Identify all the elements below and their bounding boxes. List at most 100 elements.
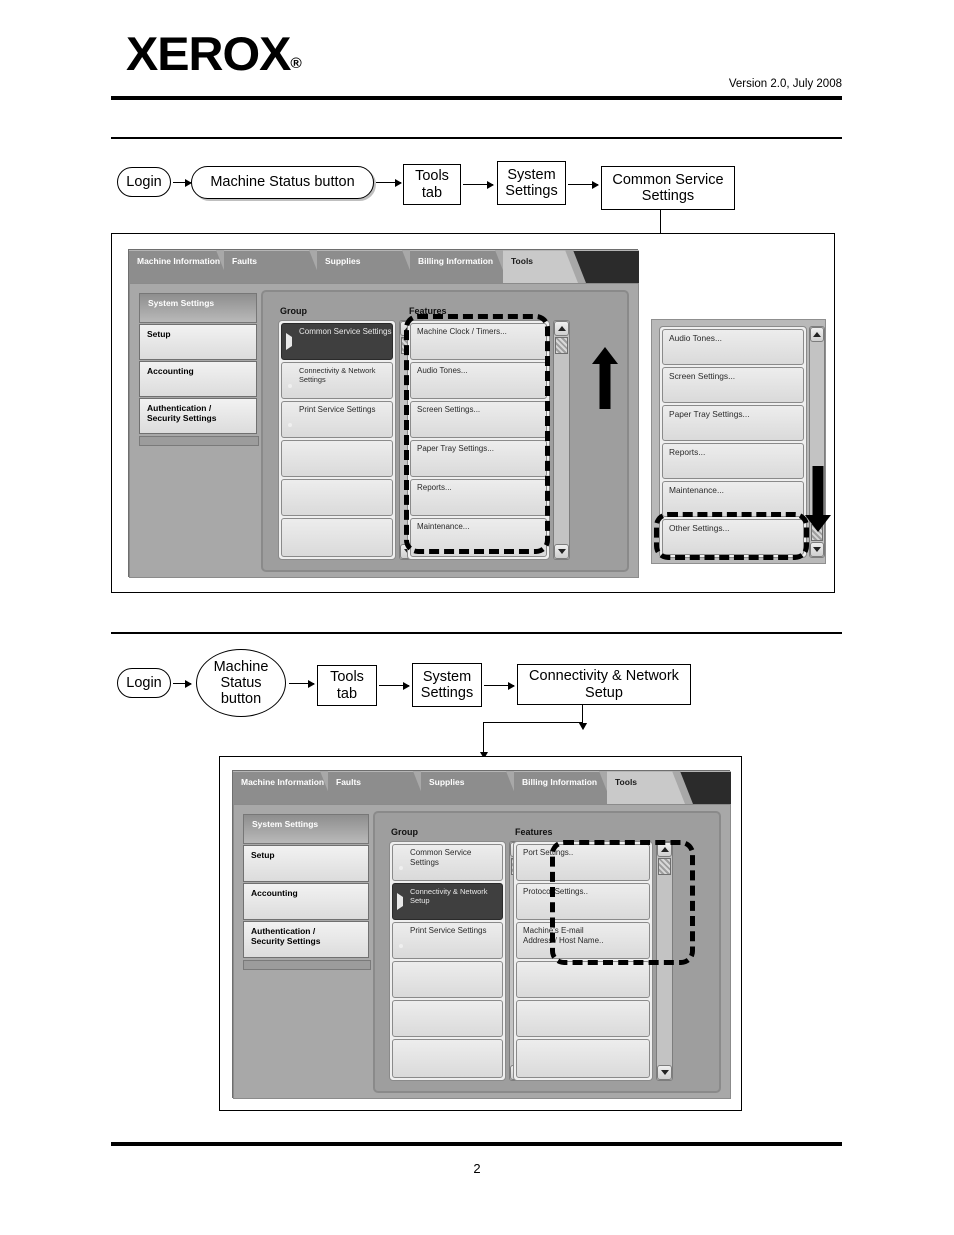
- flow2-connector-vertical-2: [478, 722, 490, 759]
- screen2-group-item-common-service-settings[interactable]: Common Service Settings: [392, 844, 503, 881]
- screen1-scrolled-panel: Audio Tones... Screen Settings... Paper …: [651, 319, 826, 564]
- screen1-features-scroll-thumb[interactable]: [555, 337, 568, 354]
- screen2-feature-item-protocol-settings[interactable]: Protocol Settings..: [516, 883, 650, 920]
- screen1-nav-item-accounting[interactable]: Accounting: [139, 361, 257, 397]
- section-divider-1: [111, 137, 842, 139]
- screen1-group-item-label: Print Service Settings: [299, 405, 376, 414]
- flow1-node-tools-tab[interactable]: Tools tab: [403, 164, 461, 205]
- screen1-scrolled-feature-item-maintenance[interactable]: Maintenance...: [662, 481, 804, 517]
- screen1-tab-endcap: [573, 250, 639, 283]
- flow1-node-login[interactable]: Login: [117, 167, 171, 197]
- footer-rule: [111, 1142, 842, 1146]
- screen2-tab-billing-information[interactable]: Billing Information: [514, 771, 612, 804]
- screen2-group-item-connectivity-network-setup[interactable]: Connectivity & Network Setup: [392, 883, 503, 920]
- screen1-scrolled-scroll-up-button[interactable]: [810, 327, 824, 342]
- screen2-tab-machine-information[interactable]: Machine Information: [233, 771, 333, 804]
- screen2-nav-item-authentication-security-settings[interactable]: Authentication / Security Settings: [243, 921, 369, 958]
- screen2-tab-supplies[interactable]: Supplies: [421, 771, 519, 804]
- screen1-group-item-print-service-settings[interactable]: Print Service Settings: [281, 401, 393, 438]
- logo-text: XEROX: [126, 27, 291, 80]
- screen1-ui: Machine Information Faults Supplies Bill…: [128, 249, 639, 578]
- screen2-group-item-empty-1[interactable]: [392, 961, 503, 998]
- flow2-node-machine-status-button[interactable]: Machine Status button: [196, 649, 286, 717]
- screenshot-frame-2: Machine Information Faults Supplies Bill…: [219, 756, 742, 1111]
- flow2-arrow-2: [289, 678, 315, 690]
- flow2-node-login[interactable]: Login: [117, 668, 171, 698]
- screen1-scrolled-feature-item-screen-settings[interactable]: Screen Settings...: [662, 367, 804, 403]
- screen1-feature-item-paper-tray-settings[interactable]: Paper Tray Settings...: [410, 440, 547, 477]
- screen1-tab-billing-information[interactable]: Billing Information: [410, 250, 508, 283]
- screen1-scrolled-feature-item-other-settings[interactable]: Other Settings...: [662, 519, 804, 555]
- screen2-group-item-label: Connectivity & Network Setup: [410, 887, 488, 906]
- flow1-arrow-2: [376, 177, 402, 189]
- screen1-feature-item-audio-tones[interactable]: Audio Tones...: [410, 362, 547, 399]
- screen1-feature-item-screen-settings[interactable]: Screen Settings...: [410, 401, 547, 438]
- screen2-features-scrollbar[interactable]: [656, 841, 673, 1081]
- screen1-group-item-empty-2[interactable]: [281, 479, 393, 516]
- screen2-feature-item-port-settings[interactable]: Port Settings..: [516, 844, 650, 881]
- flow1-node-system-settings[interactable]: System Settings: [497, 161, 566, 205]
- screen2-nav-item-setup[interactable]: Setup: [243, 845, 369, 882]
- screen1-scrolled-feature-item-paper-tray-settings[interactable]: Paper Tray Settings...: [662, 405, 804, 441]
- registered-mark-icon: ®: [290, 55, 301, 72]
- page: XEROX® Version 2.0, July 2008 Login Mach…: [0, 0, 954, 1235]
- flow2-arrow-1: [173, 678, 192, 690]
- screen1-scrolled-feature-item-audio-tones[interactable]: Audio Tones...: [662, 329, 804, 365]
- screen1-tab-supplies[interactable]: Supplies: [317, 250, 415, 283]
- screen1-features-scroll-up-button[interactable]: [554, 321, 569, 336]
- screen1-scrolled-scroll-down-button[interactable]: [810, 542, 824, 557]
- screen2-features-label: Features: [515, 827, 553, 837]
- screen1-group-item-label: Common Service Settings: [299, 327, 392, 336]
- screen2-panel-body: System Settings Setup Accounting Authent…: [233, 804, 731, 1099]
- screen1-nav-item-authentication-security-settings[interactable]: Authentication / Security Settings: [139, 398, 257, 434]
- screen2-group-item-label: Print Service Settings: [410, 926, 487, 935]
- screen1-group-item-empty-3[interactable]: [281, 518, 393, 557]
- scroll-up-annotation-arrow: [590, 347, 620, 409]
- screen1-group-label: Group: [280, 306, 307, 316]
- screen2-feature-item-machine-email-address-host-name[interactable]: Machine's E-mail Address / Host Name..: [516, 922, 650, 959]
- screen1-feature-item-machine-clock-timers[interactable]: Machine Clock / Timers...: [410, 323, 547, 360]
- screen2-tab-tools[interactable]: Tools: [607, 771, 685, 804]
- screen1-features-label: Features: [409, 306, 447, 316]
- flow2-node-tools-tab[interactable]: Tools tab: [317, 665, 377, 706]
- screen1-feature-item-maintenance[interactable]: Maintenance...: [410, 518, 547, 557]
- screen1-tab-tools[interactable]: Tools: [503, 250, 578, 283]
- flow1-node-machine-status-button[interactable]: Machine Status button: [191, 166, 374, 199]
- header-rule: [111, 96, 842, 100]
- screen2-group-item-print-service-settings[interactable]: Print Service Settings: [392, 922, 503, 959]
- screen1-features-scroll-down-button[interactable]: [554, 544, 569, 559]
- flow2-connector-vertical-1b: [577, 705, 589, 730]
- screen1-tab-machine-information[interactable]: Machine Information: [129, 250, 229, 283]
- screen1-nav-rail: [139, 436, 259, 446]
- screen1-tab-faults[interactable]: Faults: [224, 250, 322, 283]
- screen2-tab-faults[interactable]: Faults: [328, 771, 426, 804]
- screen1-tab-strip: Machine Information Faults Supplies Bill…: [129, 250, 639, 284]
- screen2-feature-item-empty-1[interactable]: [516, 961, 650, 998]
- scroll-down-annotation-arrow: [803, 466, 833, 532]
- screen2-feature-item-empty-2[interactable]: [516, 1000, 650, 1037]
- screen1-group-item-connectivity-network-settings[interactable]: Connectivity & Network Settings: [281, 362, 393, 399]
- selected-triangle-icon: [286, 332, 292, 350]
- screen2-tab-strip: Machine Information Faults Supplies Bill…: [233, 771, 731, 805]
- flow1-node-common-service-settings[interactable]: Common Service Settings: [601, 166, 735, 210]
- screen2-features-scroll-down-button[interactable]: [657, 1065, 672, 1080]
- screen2-group-item-empty-3[interactable]: [392, 1039, 503, 1078]
- screen1-scrolled-feature-item-reports[interactable]: Reports...: [662, 443, 804, 479]
- screen2-nav-header: System Settings: [243, 814, 369, 844]
- screen1-feature-item-reports[interactable]: Reports...: [410, 479, 547, 516]
- screen2-features-scroll-thumb[interactable]: [658, 858, 671, 875]
- page-number: 2: [473, 1161, 481, 1176]
- flow2-node-connectivity-network-setup[interactable]: Connectivity & Network Setup: [517, 664, 691, 705]
- selected-triangle-icon: [397, 892, 403, 910]
- screen2-features-scroll-up-button[interactable]: [657, 842, 672, 857]
- screen1-nav-item-setup[interactable]: Setup: [139, 324, 257, 360]
- screen1-features-scrollbar[interactable]: [553, 320, 570, 560]
- screen2-feature-item-empty-3[interactable]: [516, 1039, 650, 1078]
- screen2-nav-item-accounting[interactable]: Accounting: [243, 883, 369, 920]
- screen1-group-item-empty-1[interactable]: [281, 440, 393, 477]
- screen2-group-item-empty-2[interactable]: [392, 1000, 503, 1037]
- screen1-panel-body: System Settings Setup Accounting Authent…: [129, 283, 639, 578]
- screen1-group-item-common-service-settings[interactable]: Common Service Settings: [281, 323, 393, 360]
- flow2-node-system-settings[interactable]: System Settings: [412, 663, 482, 707]
- screen2-ui: Machine Information Faults Supplies Bill…: [232, 770, 731, 1099]
